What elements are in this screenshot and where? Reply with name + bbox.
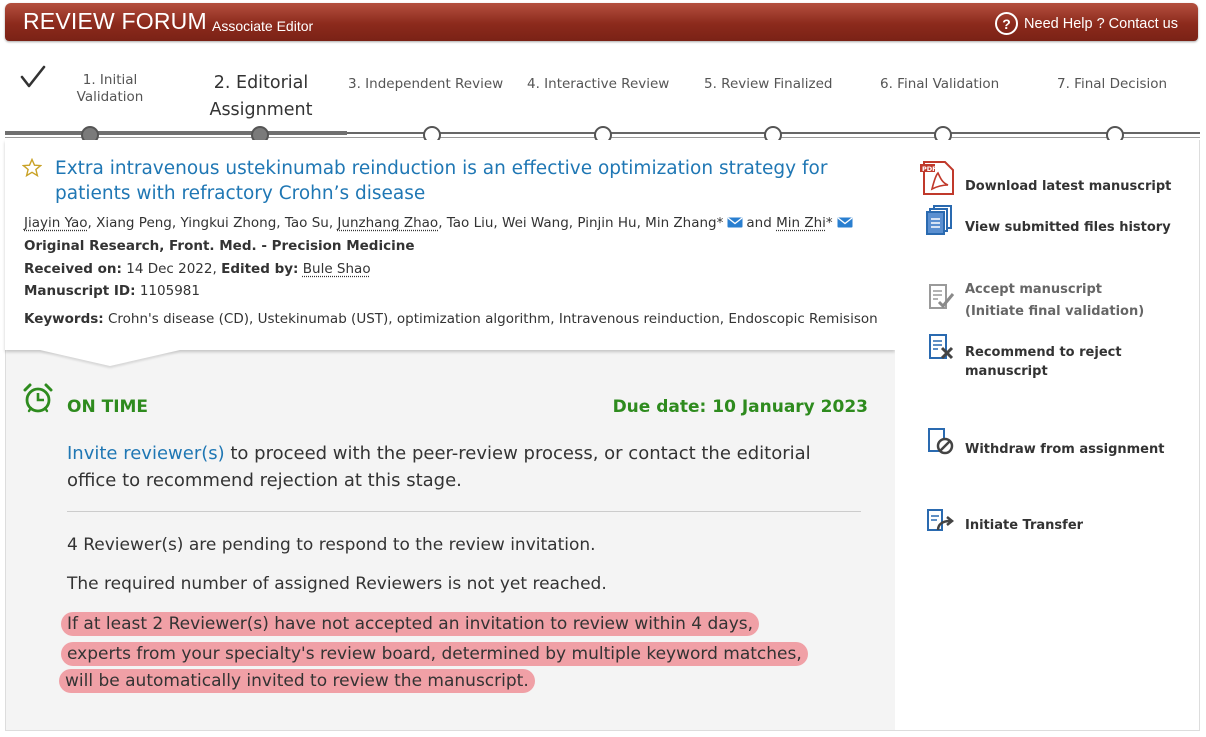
article-type: Original Research, Front. Med. - Precisi… [24,238,415,254]
received-info: Received on: 14 Dec 2022, Edited by: Bul… [24,261,371,277]
auto-invite-notice-line2: experts from your specialty's review boa… [61,642,808,666]
alarm-clock-icon [23,383,53,413]
recommend-reject-action[interactable]: Recommend to reject manuscript [965,343,1122,381]
mail-icon[interactable] [837,217,853,228]
timeline-progress [5,131,347,135]
accept-document-icon[interactable] [927,283,955,311]
question-circle-icon: ? [995,12,1019,35]
auto-invite-notice-line1: If at least 2 Reviewer(s) have not accep… [61,612,760,636]
help-text: Need Help ? Contact us [1024,15,1178,32]
author-link[interactable]: Junzhang Zhao [337,215,438,231]
step-final-validation[interactable]: 6. Final Validation [880,76,999,93]
step-interactive-review[interactable]: 4. Interactive Review [527,76,669,93]
manuscript-title: Extra intravenous ustekinumab reinductio… [55,158,828,204]
brand-logo[interactable]: REVIEW FORUM [23,8,207,35]
transfer-icon[interactable] [926,508,956,536]
manuscript-id: Manuscript ID: 1105981 [24,283,200,299]
accept-manuscript-action[interactable]: Accept manuscript (Initiate final valida… [965,279,1144,323]
files-history-icon[interactable] [926,205,954,235]
author-link[interactable]: Jiayin Yao [24,215,88,231]
step-final-decision[interactable]: 7. Final Decision [1057,76,1167,93]
help-link[interactable]: ? Need Help ? Contact us [995,12,1178,35]
step-independent-review[interactable]: 3. Independent Review [348,76,503,93]
auto-invite-notice-line3: will be automatically invited to review … [59,669,535,693]
checkmark-icon [20,65,46,88]
step-review-finalized[interactable]: 5. Review Finalized [704,76,832,93]
author-link[interactable]: Min Zhi [776,215,826,231]
role-label: Associate Editor [212,18,314,34]
withdraw-assignment-action[interactable]: Withdraw from assignment [965,439,1164,461]
initiate-transfer-action[interactable]: Initiate Transfer [965,515,1083,537]
top-bar: REVIEW FORUM Associate Editor ? Need Hel… [5,3,1198,41]
withdraw-icon[interactable] [927,427,955,455]
step-initial-validation[interactable]: 1. Initial Validation [70,72,150,106]
mail-icon[interactable] [727,217,743,228]
status-ontime: ON TIME [67,397,149,417]
view-files-history-action[interactable]: View submitted files history [965,217,1171,239]
required-reviewers-text: The required number of assigned Reviewer… [67,574,607,594]
step-editorial-assignment[interactable]: 2. Editorial Assignment [198,70,324,124]
due-date: Due date: 10 January 2023 [612,397,868,417]
star-icon[interactable] [22,158,42,178]
keywords: Keywords: Crohn's disease (CD), Ustekinu… [24,311,878,327]
invite-reviewers-link[interactable]: Invite reviewer(s) [67,443,225,464]
divider [67,511,861,512]
author-list: Jiayin Yao, Xiang Peng, Yingkui Zhong, T… [24,215,856,231]
editor-link[interactable]: Bule Shao [303,261,371,277]
svg-text:PDF: PDF [922,165,937,173]
pdf-icon[interactable]: PDF [920,161,956,195]
card-pointer [40,350,180,366]
reject-document-icon[interactable] [927,333,955,361]
invite-instructions: Invite reviewer(s) to proceed with the p… [67,443,811,491]
download-manuscript-action[interactable]: Download latest manuscript [965,176,1171,198]
pending-reviewers-text: 4 Reviewer(s) are pending to respond to … [67,535,596,555]
